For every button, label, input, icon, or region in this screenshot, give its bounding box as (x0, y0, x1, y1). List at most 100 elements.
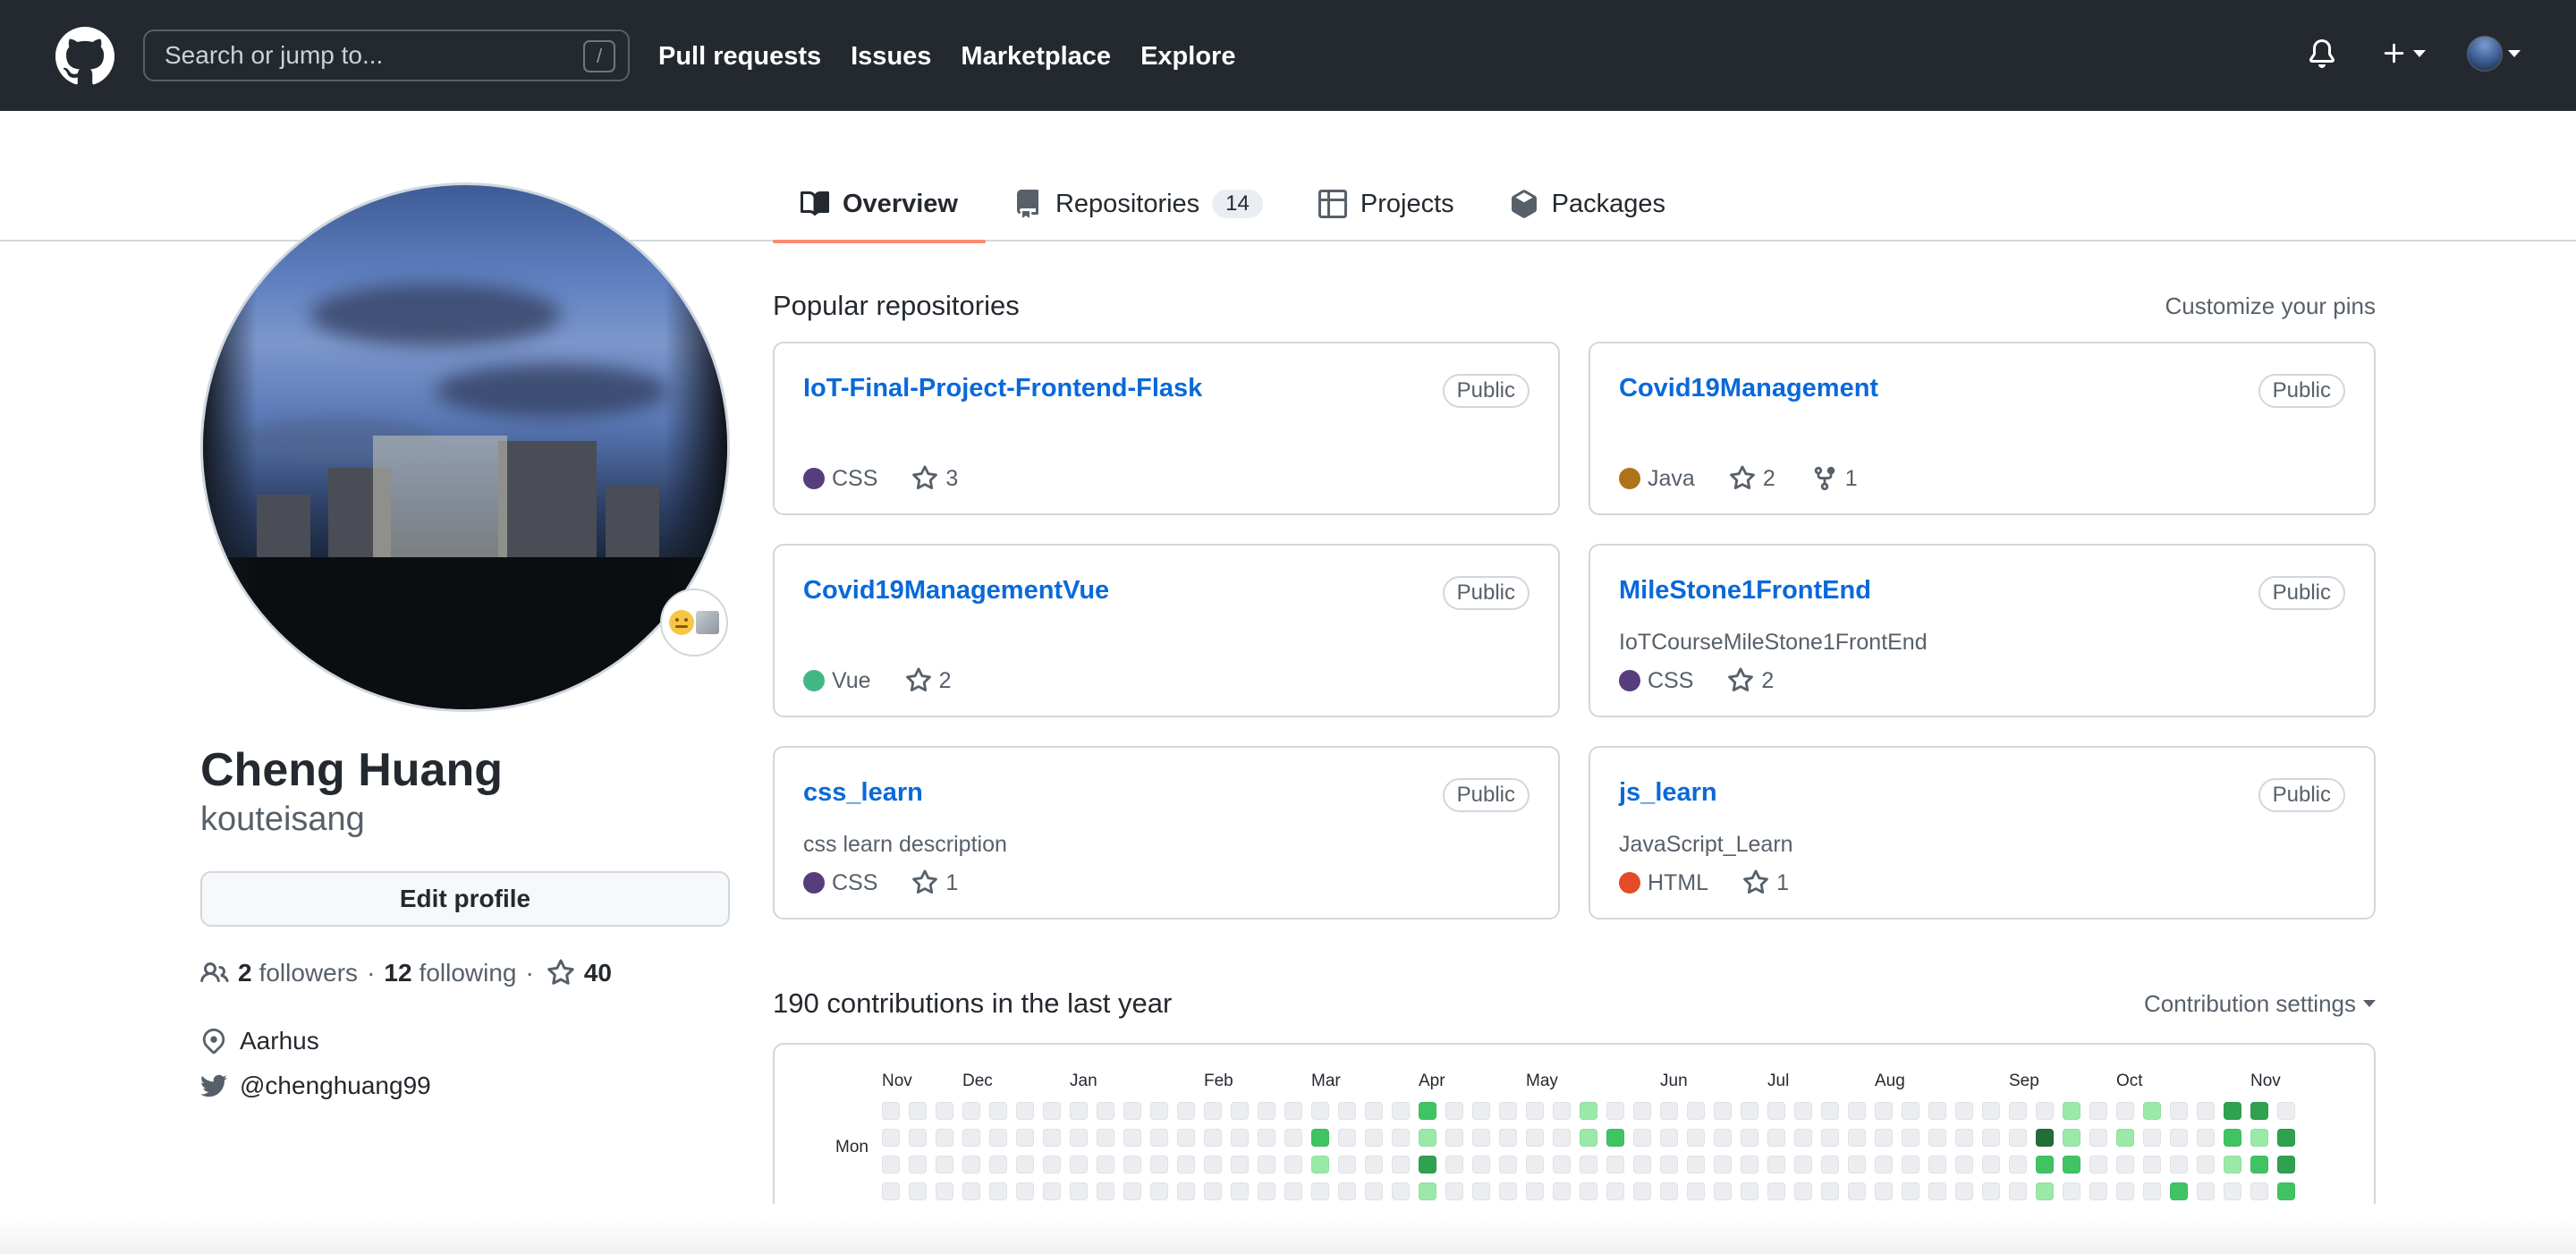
contribution-day[interactable] (1606, 1182, 1624, 1200)
contribution-day[interactable] (936, 1156, 953, 1174)
contribution-day[interactable] (2116, 1156, 2134, 1174)
contribution-day[interactable] (1714, 1156, 1732, 1174)
contribution-day[interactable] (1875, 1156, 1893, 1174)
contribution-day[interactable] (2143, 1156, 2161, 1174)
contribution-day[interactable] (1687, 1156, 1705, 1174)
contribution-day[interactable] (2170, 1182, 2188, 1200)
contribution-day[interactable] (1338, 1156, 1356, 1174)
contribution-day[interactable] (1043, 1156, 1061, 1174)
following-link[interactable]: 12 following (384, 959, 516, 987)
contribution-day[interactable] (1606, 1156, 1624, 1174)
contribution-day[interactable] (1338, 1102, 1356, 1120)
contribution-day[interactable] (936, 1102, 953, 1120)
global-search[interactable]: / (143, 30, 630, 81)
contribution-day[interactable] (2197, 1129, 2215, 1147)
contribution-day[interactable] (1633, 1182, 1651, 1200)
contribution-day[interactable] (1660, 1156, 1678, 1174)
contribution-day[interactable] (962, 1129, 980, 1147)
contribution-day[interactable] (2143, 1129, 2161, 1147)
contribution-day[interactable] (1821, 1129, 1839, 1147)
contribution-day[interactable] (1070, 1129, 1088, 1147)
contribution-day[interactable] (1311, 1129, 1329, 1147)
tab-repositories[interactable]: Repositories 14 (986, 166, 1291, 241)
repo-stars-link[interactable]: 2 (1729, 465, 1775, 492)
contribution-day[interactable] (1445, 1156, 1463, 1174)
contribution-day[interactable] (1526, 1102, 1544, 1120)
tab-overview[interactable]: Overview (773, 166, 986, 243)
contribution-day[interactable] (1016, 1129, 1034, 1147)
contribution-day[interactable] (1794, 1156, 1812, 1174)
contribution-day[interactable] (1123, 1102, 1141, 1120)
github-logo-icon[interactable] (55, 27, 114, 86)
repo-name-link[interactable]: MileStone1FrontEnd (1619, 576, 1871, 605)
contribution-day[interactable] (2170, 1129, 2188, 1147)
contribution-day[interactable] (1580, 1182, 1597, 1200)
contribution-day[interactable] (1580, 1156, 1597, 1174)
contribution-day[interactable] (1982, 1102, 2000, 1120)
contribution-day[interactable] (1741, 1129, 1758, 1147)
contribution-day[interactable] (989, 1156, 1007, 1174)
contribution-day[interactable] (2224, 1156, 2241, 1174)
contribution-day[interactable] (2036, 1182, 2054, 1200)
contribution-day[interactable] (1928, 1102, 1946, 1120)
contribution-day[interactable] (1902, 1156, 1919, 1174)
contribution-day[interactable] (1016, 1102, 1034, 1120)
contribution-day[interactable] (1687, 1129, 1705, 1147)
contribution-day[interactable] (1097, 1182, 1114, 1200)
contribution-day[interactable] (1848, 1129, 1866, 1147)
contribution-day[interactable] (1472, 1129, 1490, 1147)
contribution-day[interactable] (1365, 1102, 1383, 1120)
repo-name-link[interactable]: IoT-Final-Project-Frontend-Flask (803, 374, 1202, 402)
contribution-day[interactable] (2089, 1129, 2107, 1147)
contribution-day[interactable] (882, 1156, 900, 1174)
contribution-day[interactable] (1955, 1129, 1973, 1147)
contribution-day[interactable] (1258, 1156, 1275, 1174)
contribution-day[interactable] (2197, 1182, 2215, 1200)
contribution-day[interactable] (1928, 1156, 1946, 1174)
contribution-day[interactable] (1767, 1129, 1785, 1147)
contribution-day[interactable] (1419, 1129, 1436, 1147)
contribution-day[interactable] (1606, 1129, 1624, 1147)
contribution-day[interactable] (1043, 1182, 1061, 1200)
contribution-day[interactable] (1123, 1129, 1141, 1147)
contribution-day[interactable] (2250, 1102, 2268, 1120)
contribution-day[interactable] (1660, 1129, 1678, 1147)
contribution-day[interactable] (2224, 1102, 2241, 1120)
contribution-day[interactable] (2116, 1182, 2134, 1200)
contribution-day[interactable] (1070, 1156, 1088, 1174)
contribution-day[interactable] (2036, 1129, 2054, 1147)
repo-stars-link[interactable]: 2 (905, 667, 951, 694)
contribution-day[interactable] (2036, 1156, 2054, 1174)
contribution-day[interactable] (1097, 1129, 1114, 1147)
nav-pull-requests[interactable]: Pull requests (658, 36, 821, 77)
contribution-day[interactable] (1150, 1156, 1168, 1174)
contribution-day[interactable] (1553, 1129, 1571, 1147)
contribution-day[interactable] (1499, 1102, 1517, 1120)
contribution-day[interactable] (1419, 1102, 1436, 1120)
contribution-day[interactable] (1365, 1156, 1383, 1174)
contribution-day[interactable] (1499, 1182, 1517, 1200)
contribution-day[interactable] (1365, 1182, 1383, 1200)
contribution-day[interactable] (1660, 1182, 1678, 1200)
search-input[interactable] (165, 41, 540, 70)
repo-name-link[interactable]: js_learn (1619, 778, 1717, 807)
contribution-day[interactable] (1848, 1102, 1866, 1120)
contribution-day[interactable] (2063, 1129, 2080, 1147)
contribution-day[interactable] (2089, 1182, 2107, 1200)
contribution-day[interactable] (2170, 1156, 2188, 1174)
edit-profile-button[interactable]: Edit profile (200, 871, 730, 927)
contribution-day[interactable] (1928, 1182, 1946, 1200)
contribution-day[interactable] (1553, 1102, 1571, 1120)
contribution-day[interactable] (2277, 1182, 2295, 1200)
contribution-day[interactable] (1553, 1156, 1571, 1174)
contribution-day[interactable] (1955, 1102, 1973, 1120)
create-new-menu[interactable] (2381, 40, 2426, 67)
contribution-day[interactable] (1231, 1102, 1249, 1120)
contribution-day[interactable] (1258, 1182, 1275, 1200)
contribution-day[interactable] (1472, 1102, 1490, 1120)
contribution-day[interactable] (1687, 1102, 1705, 1120)
contribution-day[interactable] (1392, 1182, 1410, 1200)
contribution-day[interactable] (2143, 1102, 2161, 1120)
contribution-day[interactable] (1284, 1102, 1302, 1120)
contribution-day[interactable] (1258, 1102, 1275, 1120)
